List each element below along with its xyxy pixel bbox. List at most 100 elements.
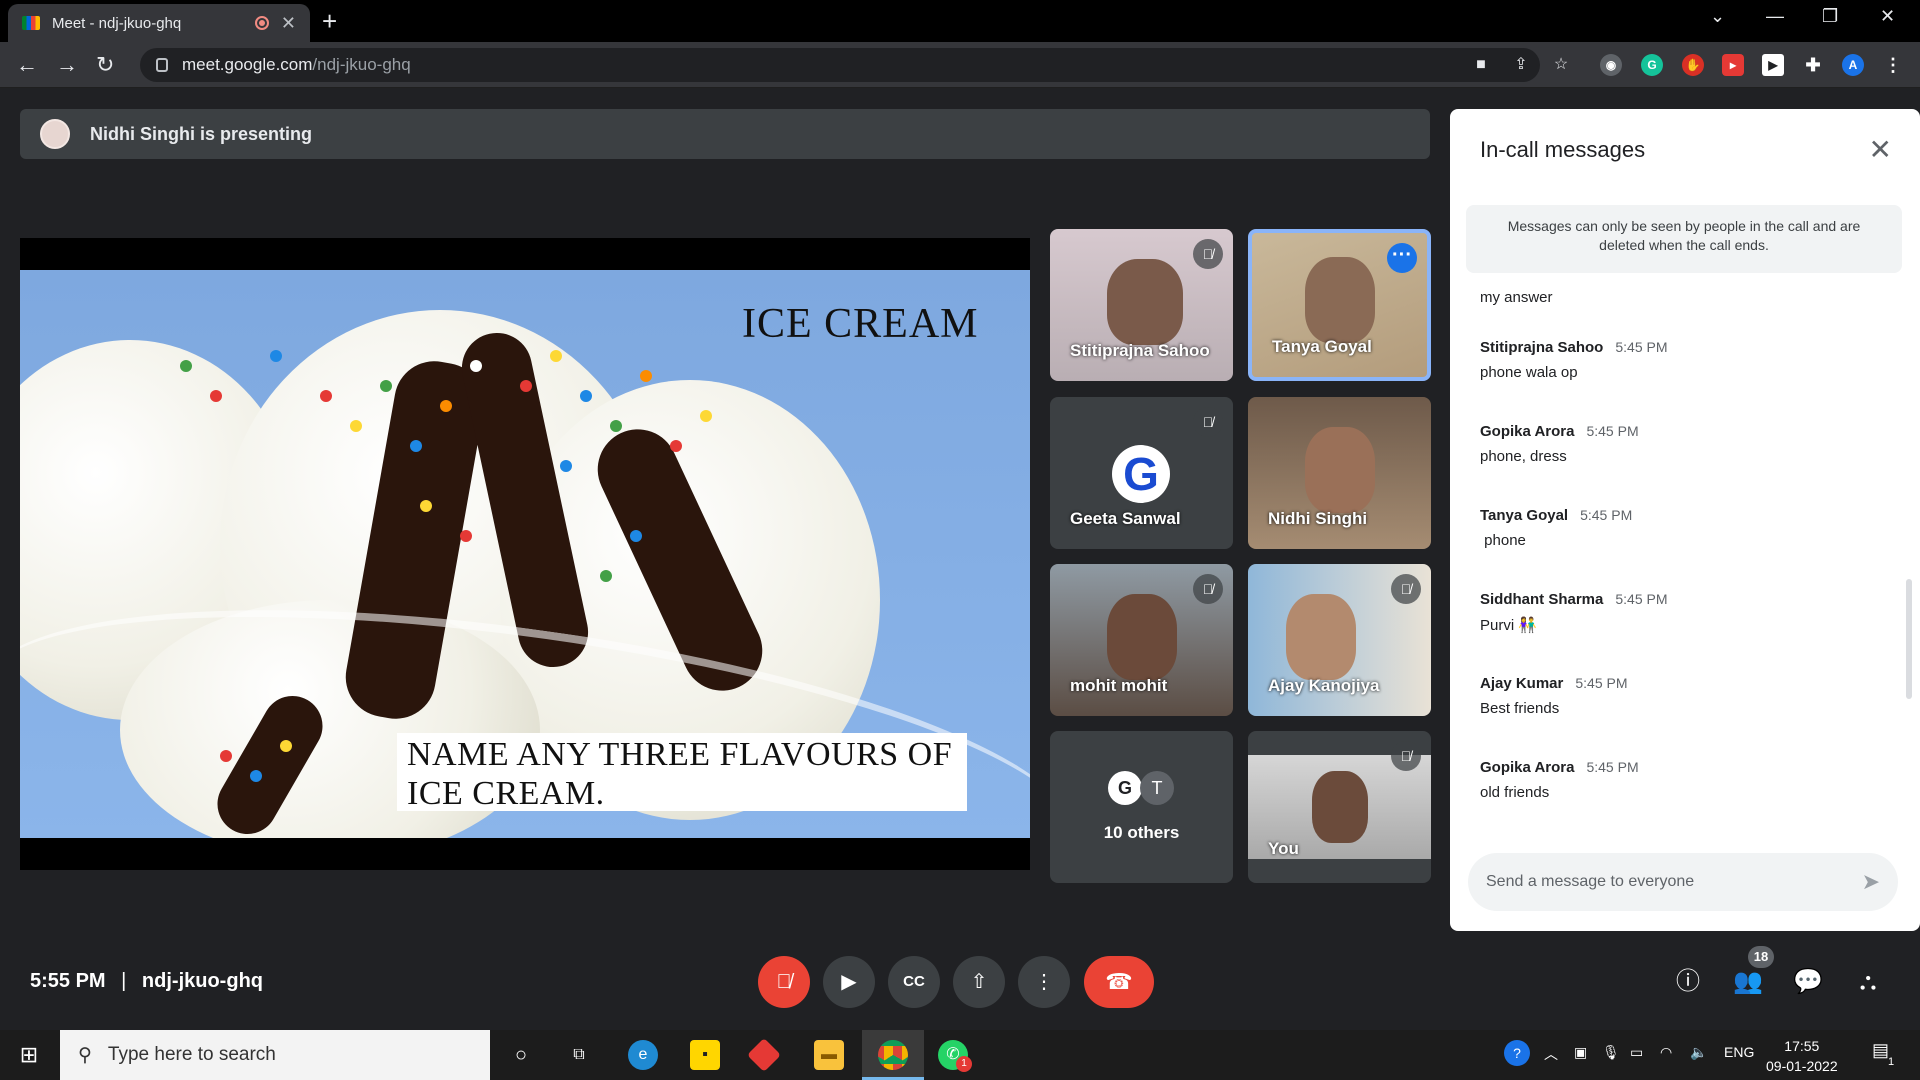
edge-icon[interactable]: e: [628, 1040, 658, 1070]
minimize-button[interactable]: —: [1766, 6, 1784, 27]
participant-tile[interactable]: Nidhi Singhi: [1248, 397, 1431, 549]
youtube-extension-icon[interactable]: ▸: [1722, 54, 1744, 76]
more-options-icon[interactable]: ···: [1387, 243, 1417, 273]
participant-tile[interactable]: G 🎙̸ Geeta Sanwal: [1050, 397, 1233, 549]
meeting-info: 5:55 PM | ndj-jkuo-ghq: [30, 970, 263, 993]
chrome-menu-icon[interactable]: ⋮: [1882, 54, 1904, 76]
send-icon[interactable]: ➤: [1862, 869, 1880, 895]
chat-panel-title: In-call messages: [1480, 137, 1646, 162]
grammarly-extension-icon[interactable]: G: [1641, 54, 1663, 76]
presenting-label: Nidhi Singhi is presenting: [90, 123, 313, 144]
participant-tile[interactable]: 🎙̸ Ajay Kanojiya: [1248, 564, 1431, 716]
profile-avatar[interactable]: A: [1842, 54, 1864, 76]
meeting-details-icon[interactable]: ⓘ: [1670, 964, 1706, 1000]
message-time: 5:45 PM: [1586, 423, 1639, 439]
message-item: Siddhant Sharma 5:45 PM Purvi 👫: [1480, 591, 1880, 634]
message-item: Ajay Kumar 5:45 PM Best friends: [1480, 675, 1880, 717]
sprinkle: [700, 410, 712, 422]
window-close-button[interactable]: ✕: [1880, 6, 1895, 27]
cortana-icon[interactable]: ○: [506, 1040, 536, 1070]
lock-icon: [156, 58, 168, 72]
message-text: phone, dress: [1480, 448, 1567, 465]
message-sender: Tanya Goyal: [1480, 507, 1569, 524]
clock-time: 17:55: [1784, 1038, 1820, 1054]
sticky-notes-icon[interactable]: ▪: [690, 1040, 720, 1070]
sprinkle: [640, 370, 652, 382]
taskbar-search-placeholder: Type here to search: [107, 1044, 276, 1065]
taskbar-clock[interactable]: 17:55 09-01-2022: [1766, 1036, 1838, 1076]
chat-icon[interactable]: 💬: [1790, 964, 1826, 1000]
camera-toggle-button[interactable]: ▶: [823, 956, 875, 1008]
volume-icon[interactable]: 🔈: [1690, 1044, 1707, 1061]
windows-start-icon[interactable]: ⊞: [14, 1040, 44, 1070]
message-input[interactable]: Send a message to everyone ➤: [1468, 853, 1898, 911]
people-icon[interactable]: 👥: [1730, 964, 1766, 1000]
chat-scrollbar[interactable]: [1906, 579, 1912, 699]
chrome-icon[interactable]: [878, 1040, 908, 1070]
language-indicator[interactable]: ENG: [1724, 1044, 1754, 1060]
activities-icon[interactable]: ⛬: [1850, 964, 1886, 1000]
reload-icon[interactable]: ↻: [96, 52, 114, 78]
tab-search-icon[interactable]: ⌄: [1710, 6, 1725, 27]
sprinkle: [560, 460, 572, 472]
sprinkle: [610, 420, 622, 432]
participant-name: You: [1268, 839, 1299, 858]
screenshot-extension-icon[interactable]: ◉: [1600, 54, 1622, 76]
participant-tile[interactable]: ··· Tanya Goyal: [1248, 229, 1431, 381]
bookmark-star-icon[interactable]: ☆: [1550, 54, 1572, 76]
wifi-icon[interactable]: ◠: [1660, 1044, 1672, 1061]
sprinkle: [520, 380, 532, 392]
tab-title: Meet - ndj-jkuo-ghq: [52, 14, 182, 32]
meeting-info-separator: |: [121, 970, 127, 992]
message-time: 5:45 PM: [1575, 675, 1628, 691]
participant-video: [1286, 594, 1357, 680]
notifications-icon[interactable]: ▤: [1872, 1040, 1889, 1061]
back-arrow-icon[interactable]: ←: [16, 52, 38, 78]
share-icon[interactable]: ⇪: [1510, 54, 1532, 76]
battery-icon[interactable]: ▭: [1630, 1044, 1643, 1061]
message-sender: Stitiprajna Sahoo: [1480, 339, 1604, 356]
captions-button[interactable]: CC: [888, 956, 940, 1008]
self-tile[interactable]: 🎙̸ You: [1248, 731, 1431, 883]
sprinkle: [630, 530, 642, 542]
device-icon[interactable]: ▣: [1574, 1044, 1587, 1061]
browser-tab[interactable]: Meet - ndj-jkuo-ghq ✕: [8, 4, 310, 42]
sprinkle: [670, 440, 682, 452]
address-bar[interactable]: meet.google.com/ndj-jkuo-ghq: [140, 48, 1540, 82]
chat-panel: In-call messages ✕ Messages can only be …: [1450, 109, 1920, 931]
microphone-icon[interactable]: 🎙: [1602, 1044, 1620, 1061]
message-sender: Ajay Kumar: [1480, 675, 1564, 692]
participant-tile[interactable]: 🎙̸ mohit mohit: [1050, 564, 1233, 716]
clock-date: 09-01-2022: [1766, 1058, 1838, 1074]
message-item: my answer: [1480, 289, 1880, 306]
participant-video: [1304, 427, 1375, 513]
message-text: old friends: [1480, 784, 1550, 801]
message-item: Stitiprajna Sahoo 5:45 PM phone wala op: [1480, 339, 1880, 381]
present-now-button[interactable]: ⇧: [953, 956, 1005, 1008]
recording-indicator-icon: [254, 16, 269, 30]
show-hidden-icons-chevron-icon[interactable]: ︿: [1544, 1044, 1558, 1064]
more-options-button[interactable]: ⋮: [1018, 956, 1070, 1008]
maximize-button[interactable]: ❐: [1822, 6, 1838, 27]
whatsapp-badge: 1: [956, 1056, 972, 1072]
sprinkle: [440, 400, 452, 412]
others-tile[interactable]: G T 10 others: [1050, 731, 1233, 883]
end-call-button[interactable]: ☎: [1084, 956, 1154, 1008]
extensions-puzzle-icon[interactable]: ✚: [1802, 54, 1824, 76]
adblock-extension-icon[interactable]: ✋: [1682, 54, 1704, 76]
new-tab-button[interactable]: +: [322, 6, 337, 37]
camera-in-use-icon[interactable]: ■: [1470, 54, 1492, 76]
close-icon[interactable]: ✕: [1869, 133, 1892, 166]
participant-tile[interactable]: 🎙̸ Stitiprajna Sahoo: [1050, 229, 1233, 381]
file-explorer-icon[interactable]: ▬: [814, 1040, 844, 1070]
forward-arrow-icon[interactable]: →: [56, 52, 78, 78]
search-icon: ⚲: [78, 1044, 92, 1066]
taskbar-search-box[interactable]: ⚲ Type here to search: [60, 1030, 490, 1080]
help-icon[interactable]: ?: [1504, 1040, 1530, 1066]
notifications-count: 1: [1888, 1056, 1895, 1068]
tab-close-icon[interactable]: ✕: [281, 13, 296, 34]
mic-toggle-button[interactable]: 🎙̸: [758, 956, 810, 1008]
task-view-icon[interactable]: ⧉: [564, 1040, 594, 1070]
media-extension-icon[interactable]: ▶: [1762, 54, 1784, 76]
sprinkle: [380, 380, 392, 392]
